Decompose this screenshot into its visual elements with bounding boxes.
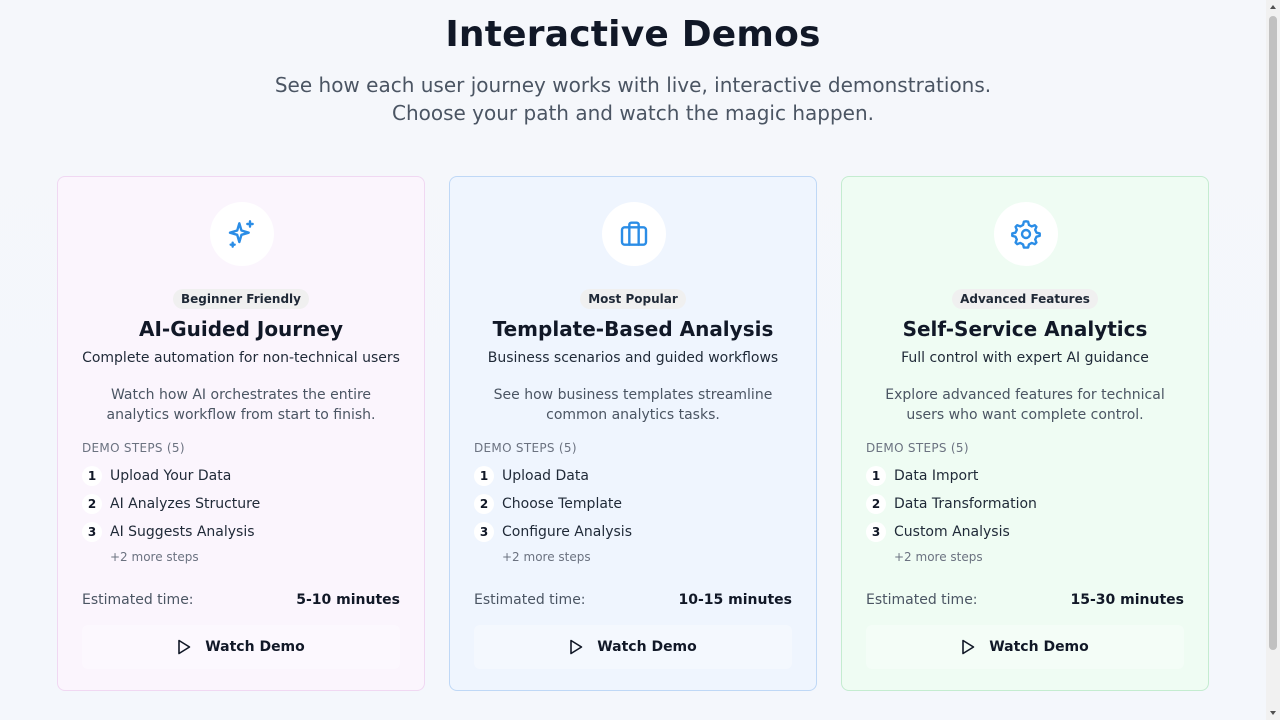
- demo-card-self-service: Advanced Features Self-Service Analytics…: [841, 176, 1209, 691]
- step-label: AI Suggests Analysis: [110, 524, 255, 540]
- step-item: 3 Configure Analysis: [474, 518, 794, 546]
- time-value: 5-10 minutes: [296, 592, 400, 608]
- step-label: Custom Analysis: [894, 524, 1010, 540]
- scroll-down-arrow-icon[interactable]: [1266, 706, 1280, 720]
- steps-list: 1 Upload Data 2 Choose Template 3 Configure…: [474, 462, 794, 546]
- watch-demo-label: Watch Demo: [989, 639, 1089, 655]
- steps-list: 1 Upload Your Data 2 AI Analyzes Structure…: [82, 462, 402, 546]
- step-item: 1 Upload Your Data: [82, 462, 402, 490]
- step-item: 2 Data Transformation: [866, 490, 1186, 518]
- estimated-time: Estimated time: 15-30 minutes: [866, 592, 1184, 608]
- step-label: AI Analyzes Structure: [110, 496, 261, 512]
- badge: Beginner Friendly: [173, 289, 309, 309]
- step-number: 1: [866, 466, 886, 486]
- step-label: Configure Analysis: [502, 524, 632, 540]
- step-item: 3 AI Suggests Analysis: [82, 518, 402, 546]
- demo-card-ai-guided: Beginner Friendly AI-Guided Journey Comp…: [57, 176, 425, 691]
- page-subtitle: See how each user journey works with liv…: [274, 73, 992, 125]
- step-number: 3: [866, 522, 886, 542]
- card-title: AI-Guided Journey: [138, 317, 343, 341]
- card-title: Template-Based Analysis: [492, 317, 774, 341]
- play-icon: [178, 639, 191, 655]
- time-value: 10-15 minutes: [678, 592, 793, 608]
- watch-demo-label: Watch Demo: [597, 639, 697, 655]
- scrollbar-thumb[interactable]: [1269, 16, 1277, 650]
- card-description: Explore advanced features for technical …: [885, 387, 1165, 423]
- watch-demo-button[interactable]: Watch Demo: [82, 625, 400, 669]
- step-label: Upload Data: [502, 468, 589, 484]
- badge: Advanced Features: [952, 289, 1098, 309]
- demo-card-template-based: Most Popular Template-Based Analysis Bus…: [449, 176, 817, 691]
- time-label: Estimated time:: [866, 592, 978, 608]
- step-item: 3 Custom Analysis: [866, 518, 1186, 546]
- page: Interactive Demos See how each user jour…: [0, 0, 1266, 720]
- card-tagline: Full control with expert AI guidance: [901, 350, 1149, 366]
- step-number: 2: [866, 494, 886, 514]
- steps-list: 1 Data Import 2 Data Transformation 3 Custo…: [866, 462, 1186, 546]
- step-label: Upload Your Data: [110, 468, 232, 484]
- step-number: 1: [474, 466, 494, 486]
- badge-wrapper: Advanced Features: [842, 288, 1208, 309]
- time-label: Estimated time:: [474, 592, 586, 608]
- step-item: 1 Upload Data: [474, 462, 794, 490]
- more-steps: +2 more steps: [502, 550, 591, 564]
- step-number: 2: [474, 494, 494, 514]
- step-item: 1 Data Import: [866, 462, 1186, 490]
- card-description: Watch how AI orchestrates the entire ana…: [106, 387, 376, 423]
- time-value: 15-30 minutes: [1070, 592, 1185, 608]
- step-number: 3: [82, 522, 102, 542]
- scroll-up-arrow-icon[interactable]: [1266, 0, 1280, 14]
- play-icon: [962, 639, 975, 655]
- badge-wrapper: Most Popular: [450, 288, 816, 309]
- more-steps: +2 more steps: [110, 550, 199, 564]
- steps-heading: DEMO STEPS (5): [474, 441, 577, 455]
- step-item: 2 Choose Template: [474, 490, 794, 518]
- watch-demo-button[interactable]: Watch Demo: [866, 625, 1184, 669]
- step-number: 3: [474, 522, 494, 542]
- step-item: 2 AI Analyzes Structure: [82, 490, 402, 518]
- gear-icon: [994, 202, 1058, 266]
- page-title: Interactive Demos: [445, 14, 821, 55]
- vertical-scrollbar[interactable]: [1266, 0, 1280, 720]
- briefcase-icon: [602, 202, 666, 266]
- play-icon: [570, 639, 583, 655]
- step-number: 2: [82, 494, 102, 514]
- step-label: Choose Template: [502, 496, 623, 512]
- more-steps: +2 more steps: [894, 550, 983, 564]
- step-label: Data Transformation: [894, 496, 1037, 512]
- estimated-time: Estimated time: 5-10 minutes: [82, 592, 400, 608]
- steps-heading: DEMO STEPS (5): [866, 441, 969, 455]
- step-number: 1: [82, 466, 102, 486]
- card-title: Self-Service Analytics: [902, 317, 1148, 341]
- steps-heading: DEMO STEPS (5): [82, 441, 185, 455]
- demo-cards: Beginner Friendly AI-Guided Journey Comp…: [57, 176, 1209, 691]
- time-label: Estimated time:: [82, 592, 194, 608]
- badge-wrapper: Beginner Friendly: [58, 288, 424, 309]
- badge: Most Popular: [580, 289, 686, 309]
- watch-demo-button[interactable]: Watch Demo: [474, 625, 792, 669]
- step-label: Data Import: [894, 468, 979, 484]
- card-tagline: Business scenarios and guided workflows: [487, 350, 779, 366]
- watch-demo-label: Watch Demo: [205, 639, 305, 655]
- estimated-time: Estimated time: 10-15 minutes: [474, 592, 792, 608]
- card-tagline: Complete automation for non-technical us…: [82, 350, 400, 366]
- sparkles-icon: [210, 202, 274, 266]
- card-description: See how business templates streamline co…: [493, 387, 773, 423]
